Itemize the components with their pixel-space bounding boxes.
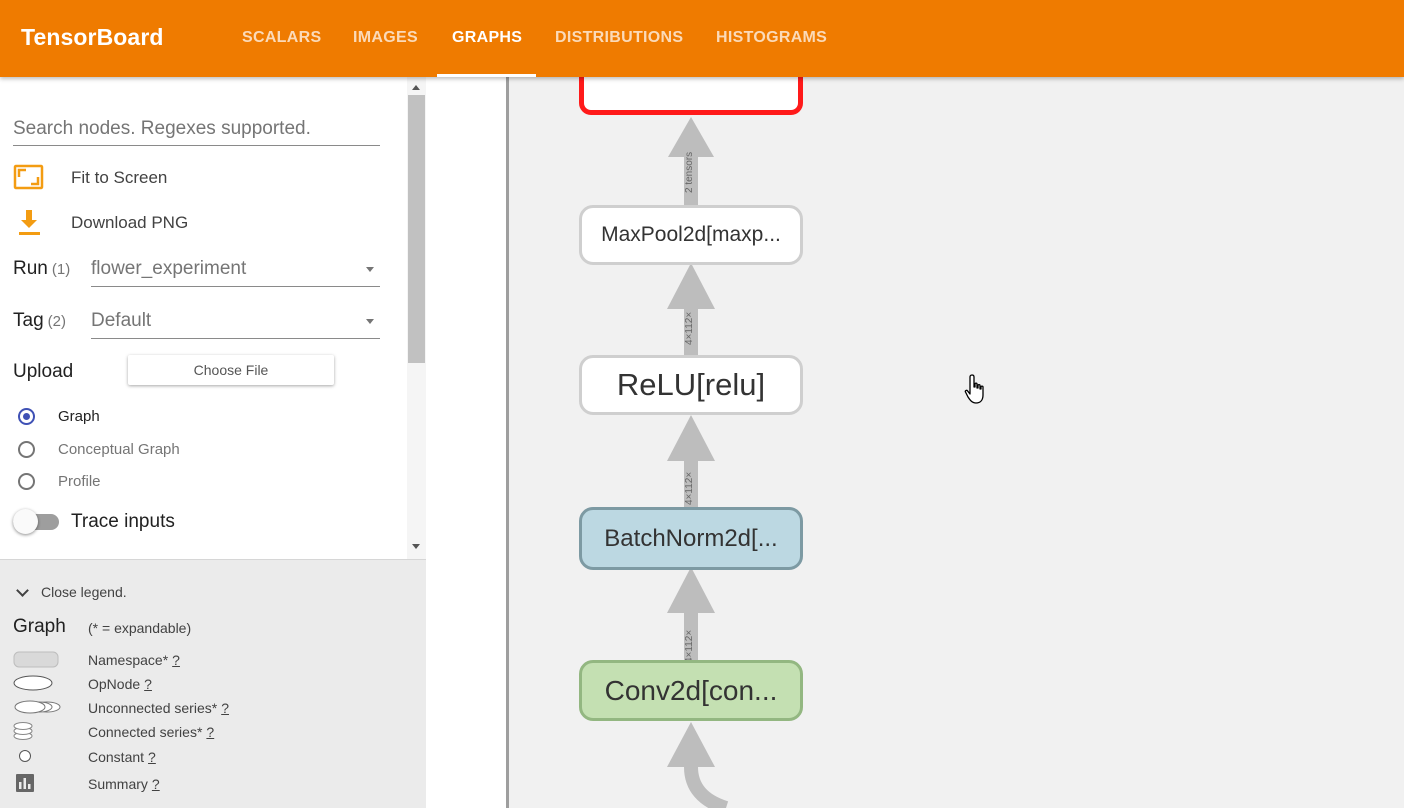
close-legend-button[interactable]: Close legend. xyxy=(16,583,127,600)
graph-edge: 4×112× xyxy=(667,567,715,663)
radio-graph[interactable]: Graph xyxy=(18,405,100,427)
edge-label: 4×112× xyxy=(684,472,695,505)
fit-to-screen-button[interactable]: Fit to Screen xyxy=(13,163,167,193)
graph-node-relu[interactable]: ReLU[relu] xyxy=(579,355,803,415)
radio-profile-label: Profile xyxy=(58,472,101,490)
tag-select-value: Default xyxy=(91,310,152,331)
tag-label-text: Tag xyxy=(13,310,44,331)
radio-unselected-icon xyxy=(18,440,35,458)
namespace-icon xyxy=(13,650,73,670)
legend-item: Unconnected series*? xyxy=(0,698,426,718)
legend-item-name: OpNode xyxy=(88,676,141,692)
trace-inputs-label: Trace inputs xyxy=(71,511,175,532)
download-png-button[interactable]: Download PNG xyxy=(13,208,188,238)
controls-panel: Fit to Screen Download PNG Run(1) flower… xyxy=(0,77,408,559)
graph-controls-sidebar: Fit to Screen Download PNG Run(1) flower… xyxy=(0,77,426,808)
legend-item: OpNode? xyxy=(0,674,426,694)
search-nodes-input[interactable] xyxy=(13,113,380,146)
legend-title: Graph xyxy=(13,616,66,637)
tab-histograms[interactable]: HISTOGRAMS xyxy=(716,29,827,47)
help-link[interactable]: ? xyxy=(148,749,156,765)
graph-node-maxpool[interactable]: MaxPool2d[maxp... xyxy=(579,205,803,265)
tab-graphs[interactable]: GRAPHS xyxy=(452,29,522,47)
radio-conceptual-graph-label: Conceptual Graph xyxy=(58,440,180,458)
hand-cursor-icon xyxy=(964,373,988,412)
tag-count: (2) xyxy=(47,313,66,330)
scrollbar-thumb[interactable] xyxy=(408,95,425,363)
opnode-icon xyxy=(13,674,73,694)
tab-scalars[interactable]: SCALARS xyxy=(242,29,321,47)
active-tab-indicator xyxy=(437,74,536,77)
connected-series-icon xyxy=(13,722,73,742)
legend-subtitle: (* = expandable) xyxy=(88,620,192,636)
run-label-text: Run xyxy=(13,258,48,279)
selected-graph-node[interactable] xyxy=(579,77,803,115)
scroll-down-arrow-icon[interactable] xyxy=(412,544,420,549)
radio-selected-icon xyxy=(18,407,35,425)
graph-edge: 4×112× xyxy=(667,263,715,357)
upload-label: Upload xyxy=(13,361,74,382)
graph-legend: Close legend. Graph (* = expandable) Nam… xyxy=(0,559,426,808)
run-select-value: flower_experiment xyxy=(91,258,247,279)
tag-label: Tag (2) xyxy=(13,310,66,332)
close-legend-label: Close legend. xyxy=(41,584,127,600)
radio-unselected-icon xyxy=(18,472,35,490)
constant-icon xyxy=(13,747,73,767)
unconnected-series-icon xyxy=(13,698,73,718)
scroll-up-arrow-icon[interactable] xyxy=(412,85,420,90)
help-link[interactable]: ? xyxy=(152,776,160,792)
graph-node-conv2d[interactable]: Conv2d[con... xyxy=(579,660,803,721)
legend-item-name: Constant xyxy=(88,749,145,765)
help-link[interactable]: ? xyxy=(221,700,229,716)
graph-edge xyxy=(667,722,729,808)
help-link[interactable]: ? xyxy=(172,652,180,668)
sidebar-scrollbar[interactable] xyxy=(407,77,426,559)
legend-item: Namespace*? xyxy=(0,650,426,670)
download-icon xyxy=(13,208,45,238)
summary-icon xyxy=(13,774,73,794)
chevron-down-icon xyxy=(366,267,374,272)
run-label: Run (1) xyxy=(13,258,70,280)
app-brand: TensorBoard xyxy=(21,24,164,50)
legend-item-name: Namespace* xyxy=(88,652,169,668)
radio-graph-label: Graph xyxy=(58,407,100,425)
legend-item-name: Connected series* xyxy=(88,724,203,740)
legend-item-name: Summary xyxy=(88,776,148,792)
radio-profile[interactable]: Profile xyxy=(18,470,101,492)
fit-screen-icon xyxy=(13,163,45,193)
run-count: (1) xyxy=(51,261,71,278)
choose-file-button[interactable]: Choose File xyxy=(128,355,334,385)
tab-images[interactable]: IMAGES xyxy=(353,29,418,47)
edge-label: 4×112× xyxy=(684,312,695,345)
legend-item: Connected series*? xyxy=(0,722,426,742)
tab-distributions[interactable]: DISTRIBUTIONS xyxy=(555,29,683,47)
fit-to-screen-label: Fit to Screen xyxy=(71,168,168,187)
tag-select[interactable]: Default xyxy=(91,306,380,339)
graph-edge: 2 tensors xyxy=(668,117,714,207)
toggle-knob xyxy=(13,509,38,534)
edge-label: 4×112× xyxy=(684,630,695,663)
graph-edge: 4×112× xyxy=(667,415,715,509)
legend-item: Summary? xyxy=(0,774,426,794)
help-link[interactable]: ? xyxy=(206,724,214,740)
radio-conceptual-graph[interactable]: Conceptual Graph xyxy=(18,438,180,460)
chevron-down-icon xyxy=(366,319,374,324)
top-app-bar: TensorBoard SCALARS IMAGES GRAPHS DISTRI… xyxy=(0,0,1404,77)
help-link[interactable]: ? xyxy=(144,676,152,692)
edge-label: 2 tensors xyxy=(684,152,695,193)
chevron-down-icon xyxy=(16,583,29,597)
run-select[interactable]: flower_experiment xyxy=(91,254,380,287)
download-png-label: Download PNG xyxy=(71,213,189,232)
graph-edges: 2 tensors 4×112× 4×112× 4×112× xyxy=(667,117,729,808)
legend-item: Constant? xyxy=(0,747,426,767)
legend-item-name: Unconnected series* xyxy=(88,700,218,716)
graph-node-batchnorm[interactable]: BatchNorm2d[... xyxy=(579,507,803,570)
graph-canvas[interactable]: 2 tensors 4×112× 4×112× 4×112× MaxPool2d… xyxy=(426,77,1404,808)
